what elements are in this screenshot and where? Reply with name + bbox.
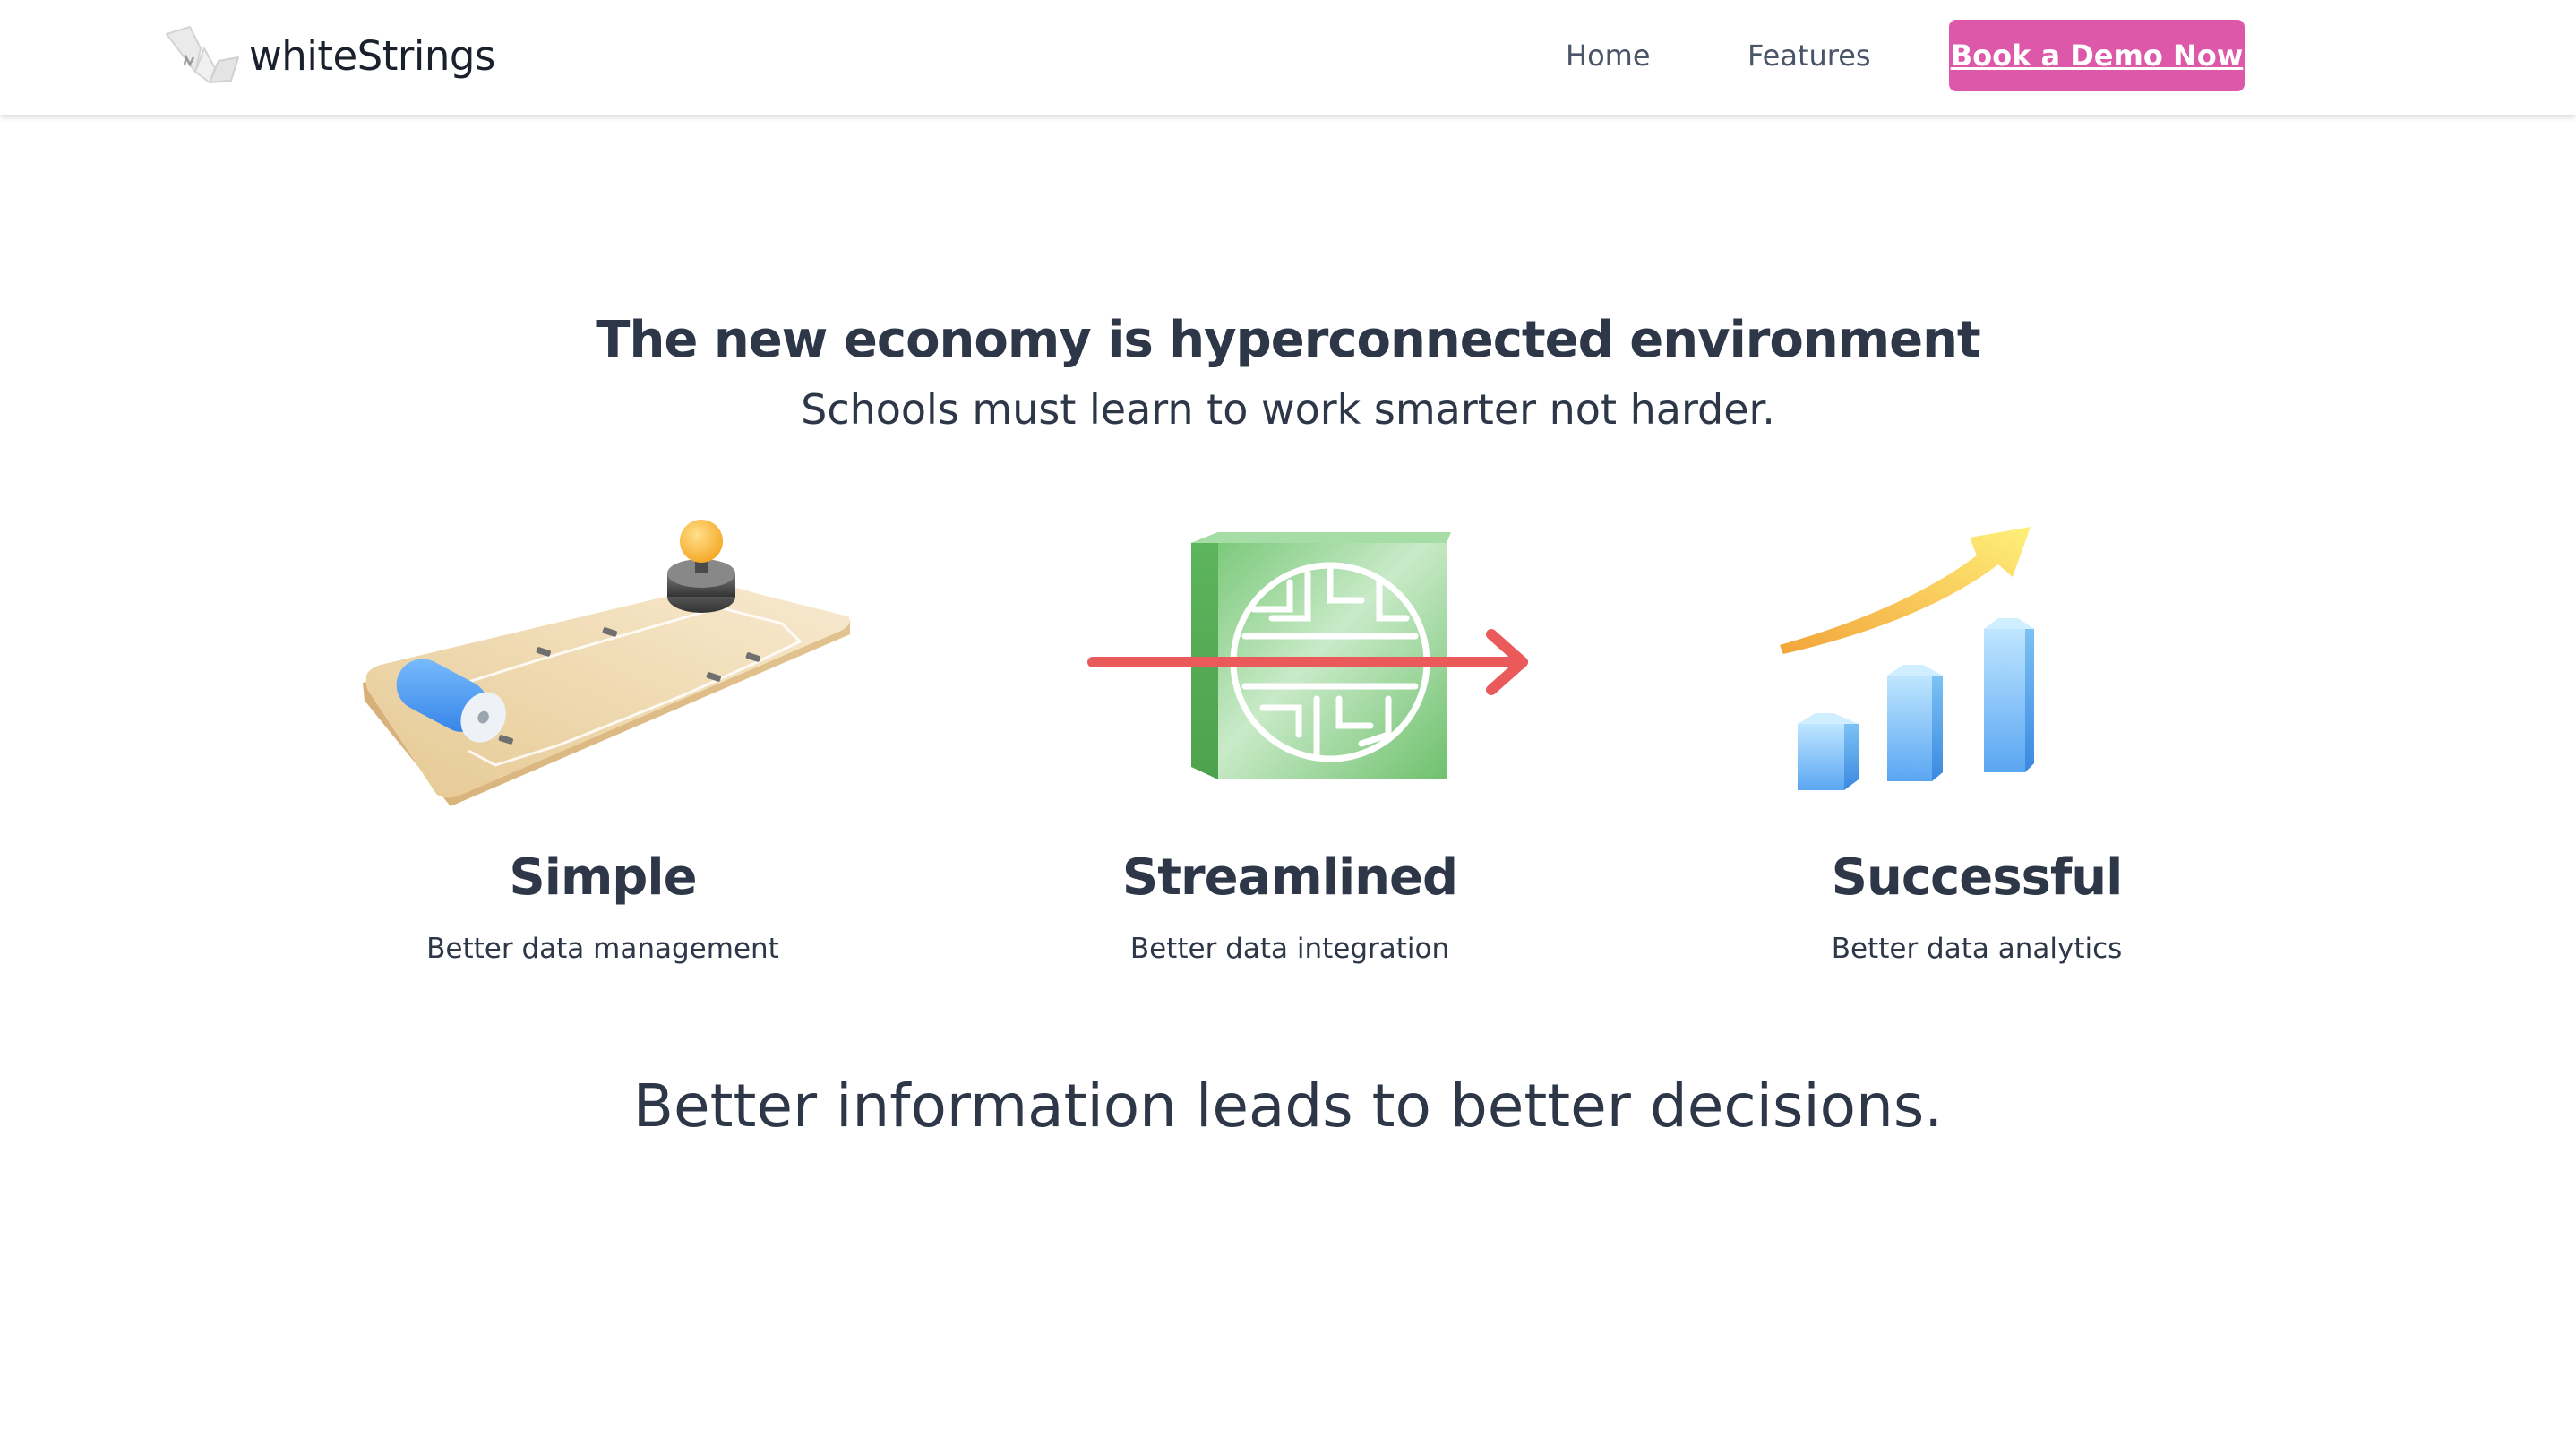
feature-title: Successful <box>1831 848 2124 907</box>
brand-home-link[interactable]: whiteStrings <box>159 22 495 90</box>
nav-features-link[interactable]: Features <box>1747 36 1871 75</box>
feature-streamlined: Streamlined Better data integration <box>976 511 1603 965</box>
feature-title: Simple <box>509 848 697 907</box>
feature-simple: Simple Better data management <box>289 511 916 965</box>
maze-cube-arrow-illustration <box>1087 532 1528 779</box>
hero-headline: The new economy is hyperconnected enviro… <box>596 311 1980 369</box>
growth-bar-chart-illustration <box>1780 527 2034 790</box>
feature-description: Better data management <box>426 933 779 965</box>
feature-description: Better data analytics <box>1831 933 2123 965</box>
book-demo-button[interactable]: Book a Demo Now <box>1949 20 2245 91</box>
hero-subline: Schools must learn to work smarter not h… <box>801 385 1775 434</box>
feature-title: Streamlined <box>1121 848 1458 907</box>
nav-home-link[interactable]: Home <box>1566 36 1651 75</box>
feature-description: Better data integration <box>1129 933 1450 965</box>
feature-successful: Successful Better data analytics <box>1663 511 2290 965</box>
brand-name: whiteStrings <box>249 31 495 80</box>
whitestrings-logo-icon <box>166 26 239 83</box>
closing-statement: Better information leads to better decis… <box>632 1072 1944 1141</box>
circuit-board-illustration <box>363 520 850 806</box>
site-header: whiteStrings Home Features Book a Demo N… <box>0 0 2576 115</box>
